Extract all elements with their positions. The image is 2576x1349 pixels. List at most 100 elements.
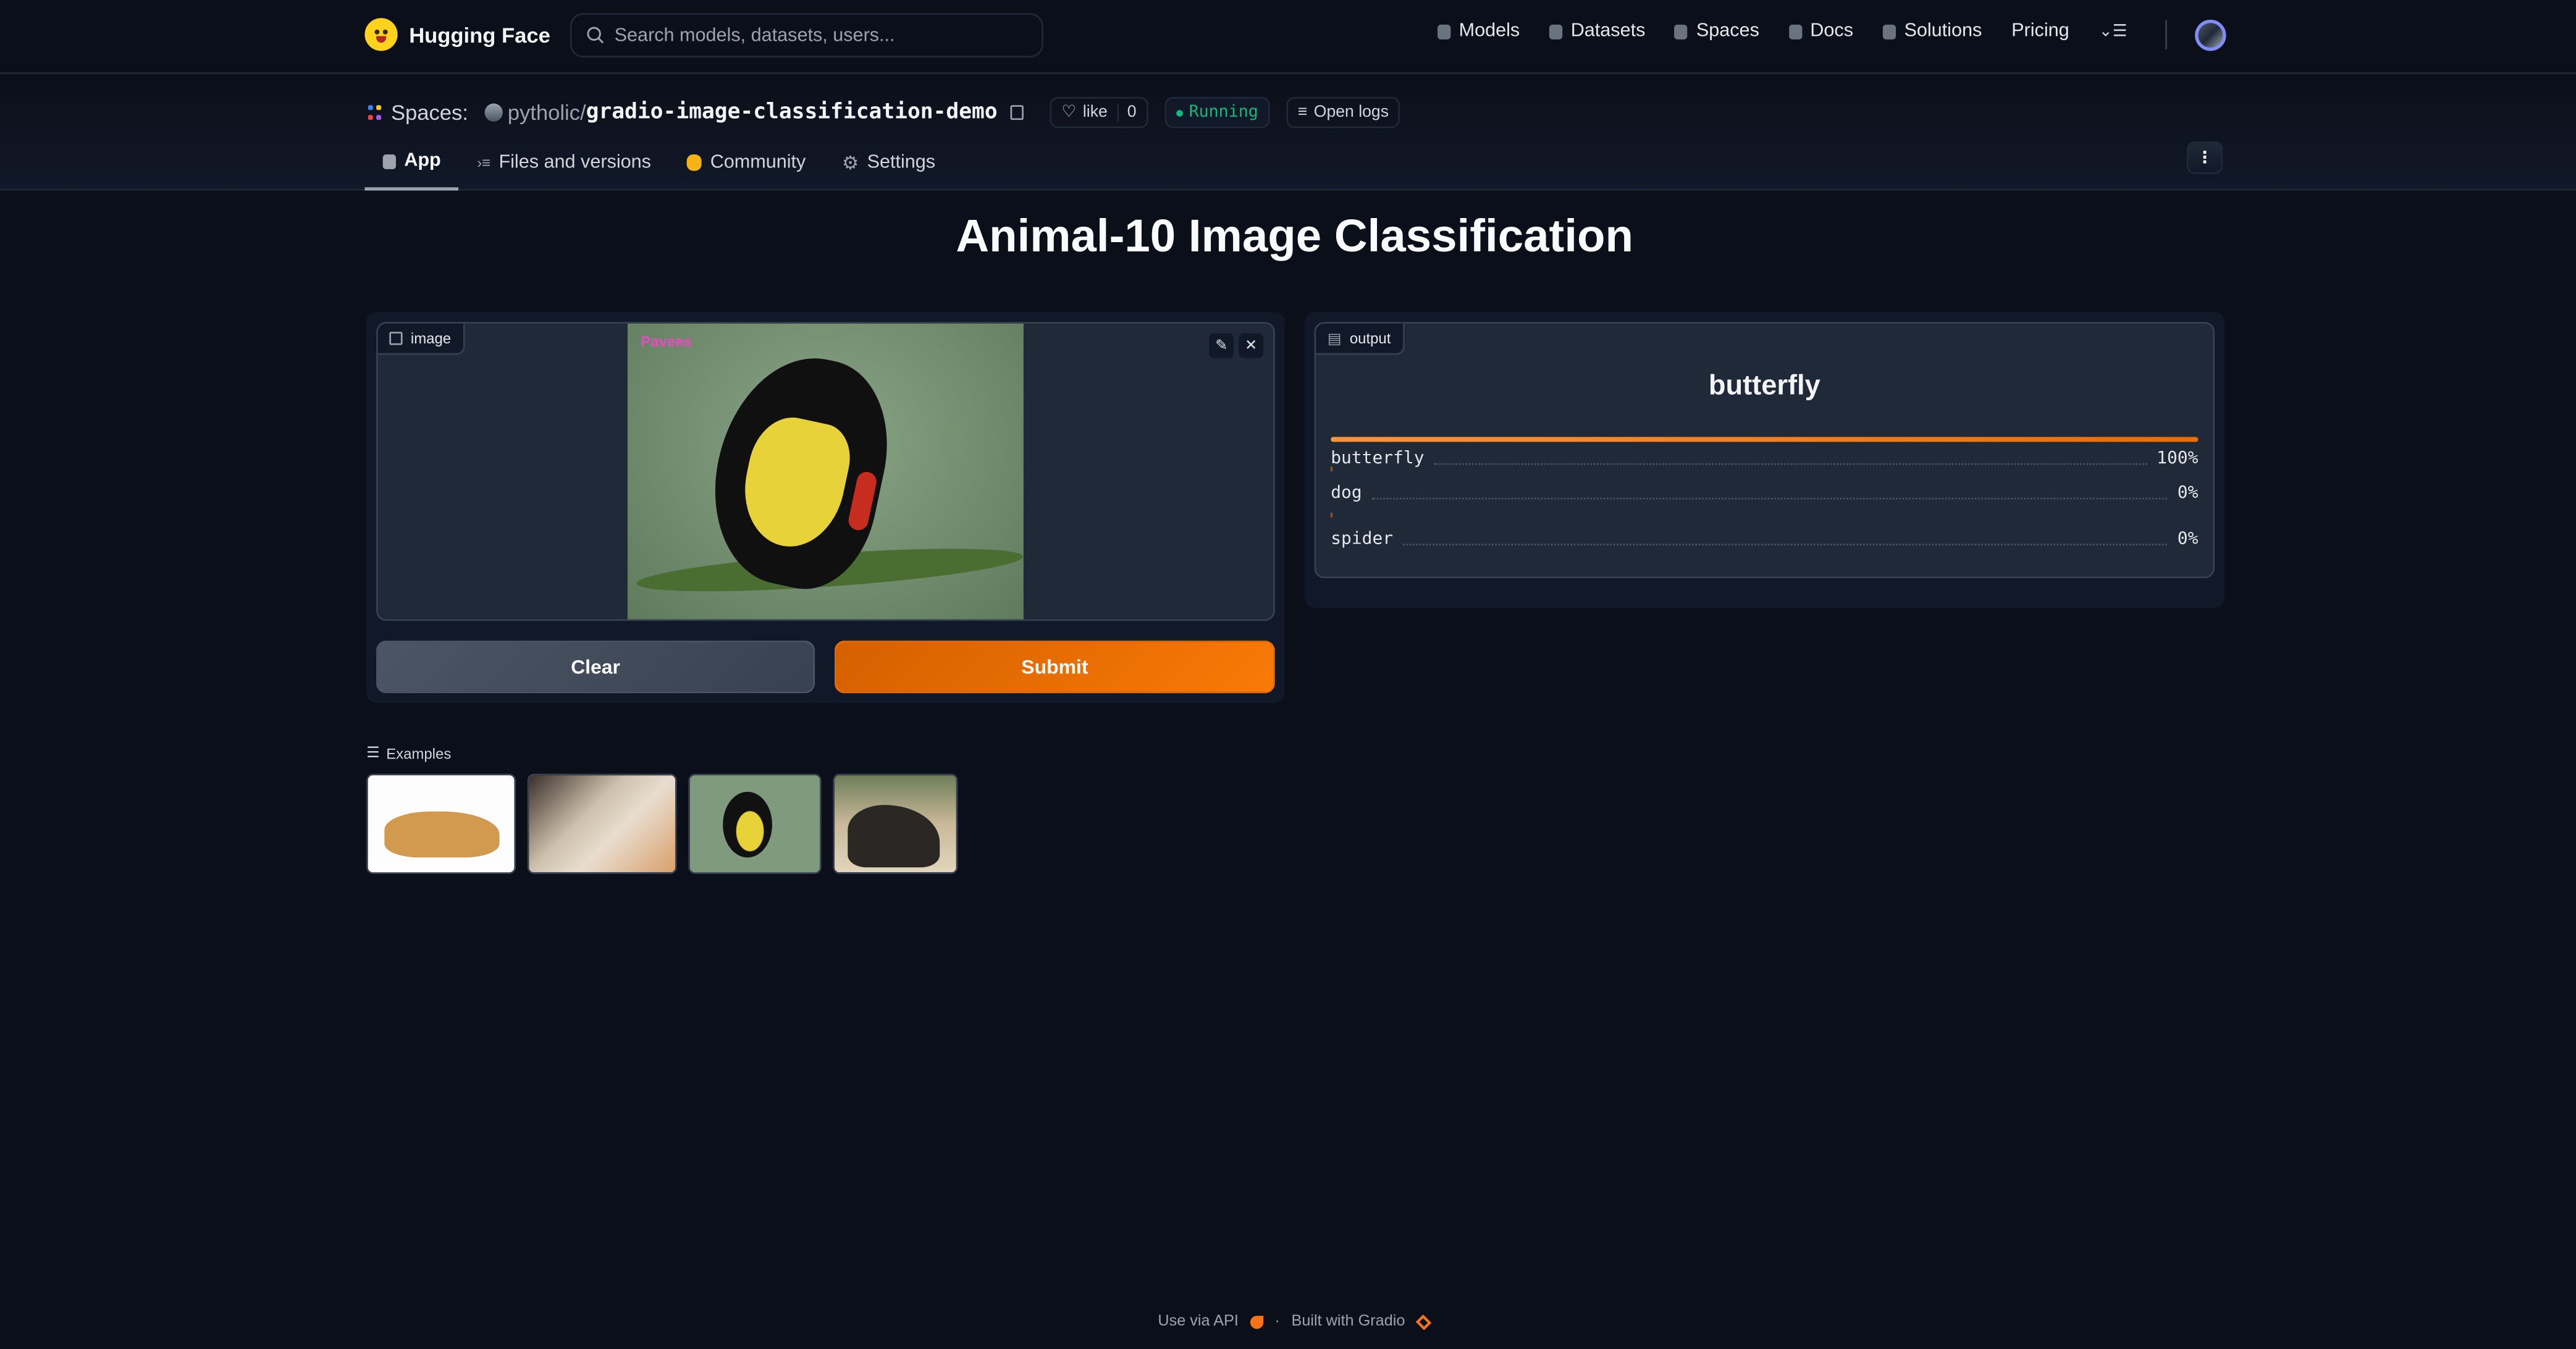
tab-settings[interactable]: ⚙ Settings bbox=[824, 135, 954, 190]
top-navbar: Hugging Face Models Datasets Spaces Docs… bbox=[0, 0, 2576, 74]
footer-separator: · bbox=[1274, 1312, 1280, 1331]
examples-gallery bbox=[366, 773, 958, 874]
search-box[interactable] bbox=[570, 13, 1043, 58]
files-icon: ›≡ bbox=[477, 154, 491, 171]
community-hand-icon bbox=[687, 154, 702, 171]
tab-app-label: App bbox=[404, 151, 441, 171]
examples-label-text: Examples bbox=[386, 745, 452, 762]
output-panel: ▤ output butterfly butterfly 100% dog 0% spi… bbox=[1304, 312, 2225, 608]
open-logs-label: Open logs bbox=[1313, 103, 1389, 122]
like-button[interactable]: ♡ like 0 bbox=[1050, 96, 1148, 128]
input-panel: Pavees image ✎ ✕ Clear Submit bbox=[366, 312, 1285, 704]
briefcase-icon bbox=[1882, 23, 1896, 39]
kebab-icon: ⋮ bbox=[2196, 148, 2213, 167]
confidence-line: dog 0% bbox=[1331, 483, 2198, 503]
grid-icon bbox=[1675, 23, 1688, 39]
space-header: Spaces: pytholic/ gradio-image-classific… bbox=[0, 75, 2576, 191]
user-avatar[interactable] bbox=[2195, 19, 2226, 51]
nav-solutions[interactable]: Solutions bbox=[1882, 21, 1982, 41]
gradio-logo-icon bbox=[1416, 1313, 1432, 1330]
space-name-link[interactable]: gradio-image-classification-demo bbox=[586, 100, 998, 125]
status-badge: Running bbox=[1164, 96, 1270, 128]
nav-docs-label: Docs bbox=[1810, 21, 1853, 41]
built-with-gradio-link[interactable]: Built with Gradio bbox=[1291, 1313, 1405, 1330]
brand-logo-link[interactable]: Hugging Face bbox=[364, 18, 550, 51]
image-input-label: image bbox=[377, 323, 465, 355]
nav-solutions-label: Solutions bbox=[1904, 21, 1982, 41]
tab-app[interactable]: App bbox=[364, 135, 459, 191]
leader-dots bbox=[1434, 452, 2147, 465]
nav-spaces[interactable]: Spaces bbox=[1675, 22, 1759, 41]
leader-dots bbox=[1403, 532, 2168, 545]
search-input[interactable] bbox=[614, 25, 1025, 46]
confidence-bar bbox=[1331, 512, 1332, 518]
gear-icon: ⚙ bbox=[841, 154, 859, 174]
database-icon bbox=[1549, 23, 1563, 39]
class-label: spider bbox=[1331, 529, 1394, 549]
cube-icon bbox=[382, 153, 396, 169]
spaces-label: Spaces: bbox=[390, 100, 468, 125]
edit-button[interactable]: ✎ bbox=[1209, 333, 1234, 358]
menu-icon: ⌄☰ bbox=[2098, 22, 2128, 41]
remove-image-button[interactable]: ✕ bbox=[1239, 333, 1264, 358]
space-tabs: App ›≡ Files and versions Community ⚙ Sett… bbox=[364, 135, 954, 191]
hugging-face-logo-icon bbox=[364, 18, 398, 51]
use-via-api-link[interactable]: Use via API bbox=[1158, 1313, 1239, 1330]
book-icon bbox=[1788, 23, 1803, 39]
brand-name: Hugging Face bbox=[409, 22, 550, 47]
app-title: Animal-10 Image Classification bbox=[956, 210, 1633, 261]
nav-divider bbox=[2165, 19, 2167, 49]
like-label: like bbox=[1082, 103, 1108, 122]
uploaded-image: Pavees bbox=[627, 323, 1024, 620]
example-horse[interactable] bbox=[833, 773, 958, 874]
examples-label: ☰ Examples bbox=[366, 744, 451, 762]
copy-icon[interactable] bbox=[1010, 105, 1024, 120]
confidence-line: butterfly 100% bbox=[1331, 448, 2198, 468]
clear-button[interactable]: Clear bbox=[376, 641, 815, 694]
confidence-bar bbox=[1331, 437, 2199, 442]
nav-more-menu[interactable]: ⌄☰ bbox=[2099, 22, 2128, 40]
space-owner-link[interactable]: pytholic/ bbox=[508, 100, 586, 125]
class-confidence: 0% bbox=[2177, 529, 2199, 549]
example-butterfly[interactable] bbox=[688, 773, 822, 874]
tab-files-label: Files and versions bbox=[499, 153, 651, 173]
tab-files[interactable]: ›≡ Files and versions bbox=[459, 135, 669, 190]
nav-models-label: Models bbox=[1458, 21, 1520, 41]
leader-dots bbox=[1371, 486, 2168, 500]
class-label: dog bbox=[1331, 482, 1362, 503]
nav-spaces-label: Spaces bbox=[1696, 21, 1759, 41]
nav-docs[interactable]: Docs bbox=[1788, 21, 1853, 41]
image-label-text: image bbox=[410, 330, 452, 347]
class-confidence: 100% bbox=[2157, 448, 2199, 468]
nav-models[interactable]: Models bbox=[1437, 22, 1520, 41]
list-icon: ☰ bbox=[366, 744, 380, 761]
footer: Use via API · Built with Gradio bbox=[0, 1313, 2576, 1330]
bar-chart-icon: ▤ bbox=[1327, 329, 1342, 346]
pencil-icon: ✎ bbox=[1215, 337, 1228, 353]
owner-avatar-icon bbox=[484, 103, 503, 122]
confidence-bar bbox=[1331, 466, 1332, 472]
nav-pricing[interactable]: Pricing bbox=[2011, 22, 2069, 41]
nav-datasets[interactable]: Datasets bbox=[1549, 22, 1645, 41]
image-icon bbox=[389, 332, 403, 345]
submit-button[interactable]: Submit bbox=[835, 641, 1275, 694]
cube-icon bbox=[1437, 23, 1451, 39]
status-label: Running bbox=[1189, 103, 1258, 122]
search-icon bbox=[587, 27, 604, 44]
api-plug-icon bbox=[1250, 1314, 1263, 1329]
output-label-text: output bbox=[1349, 330, 1391, 347]
heart-icon: ♡ bbox=[1061, 103, 1077, 122]
class-confidence: 0% bbox=[2177, 482, 2199, 503]
image-input[interactable]: Pavees image ✎ ✕ bbox=[376, 322, 1275, 621]
output-label: ▤ output bbox=[1316, 323, 1404, 355]
tab-community[interactable]: Community bbox=[669, 135, 823, 190]
more-options-button[interactable]: ⋮ bbox=[2186, 141, 2223, 174]
image-watermark: Pavees bbox=[641, 333, 692, 350]
nav-pricing-label: Pricing bbox=[2011, 21, 2069, 41]
tab-settings-label: Settings bbox=[867, 153, 936, 173]
open-logs-button[interactable]: ≡ Open logs bbox=[1286, 96, 1400, 128]
example-dog[interactable] bbox=[366, 773, 516, 874]
tab-community-label: Community bbox=[710, 153, 806, 173]
example-cat[interactable] bbox=[527, 773, 677, 874]
image-tools: ✎ ✕ bbox=[1209, 333, 1264, 358]
